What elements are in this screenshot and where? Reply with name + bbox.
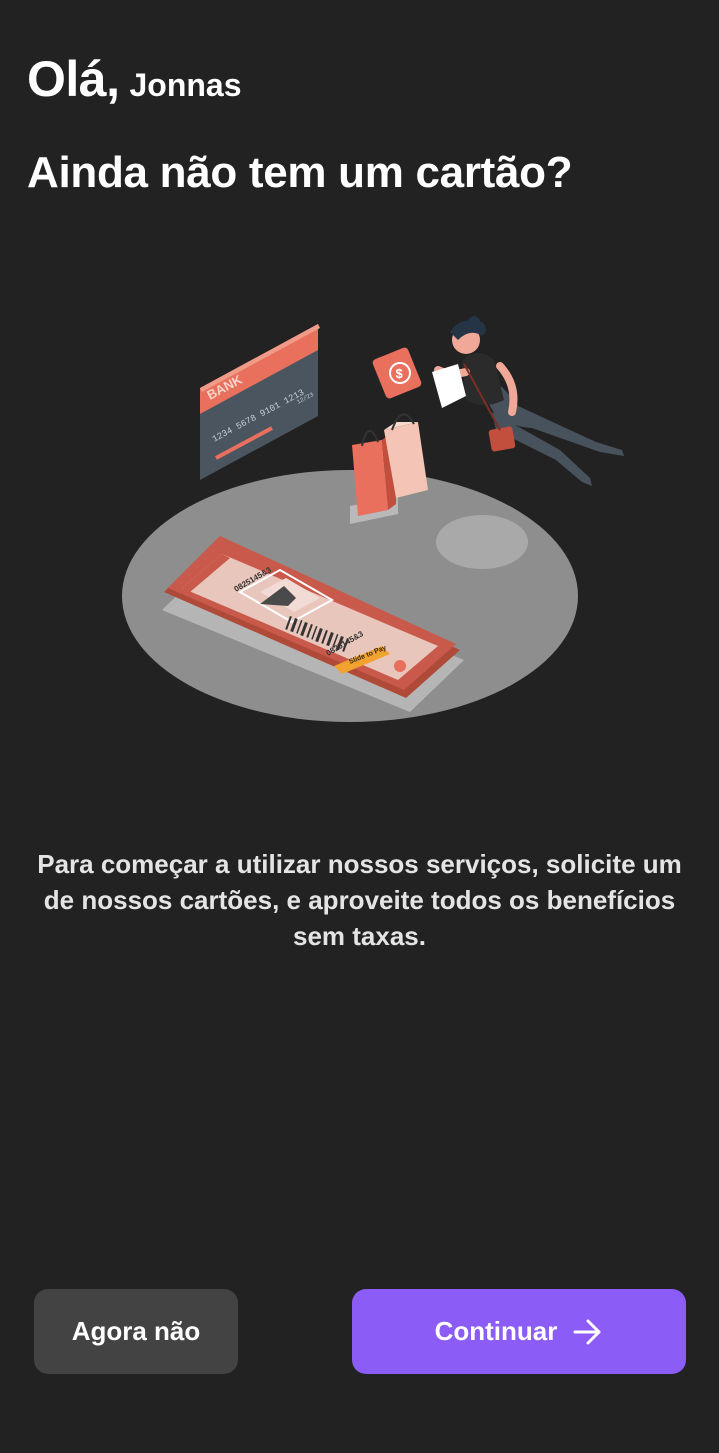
- card-shopping-illustration: BANK 1234 5678 9101 1213 12/23 $ 0825145…: [122, 316, 624, 722]
- user-name: Jonnas: [129, 67, 242, 103]
- woman-figure-icon: [432, 316, 624, 486]
- description-text: Para começar a utilizar nossos serviços,…: [37, 849, 682, 951]
- money-bubble-icon: $: [372, 347, 422, 399]
- page-title: Ainda não tem um cartão?: [27, 148, 573, 197]
- small-platform-ellipse: [436, 515, 528, 569]
- not-now-button[interactable]: Agora não: [34, 1289, 238, 1374]
- continue-button-label: Continuar: [434, 1316, 558, 1346]
- arrow-right-icon: [573, 1319, 601, 1344]
- money-symbol: $: [396, 366, 404, 381]
- greeting-hello: Olá,: [27, 51, 120, 107]
- not-now-button-label: Agora não: [71, 1316, 201, 1346]
- credit-card-icon: BANK 1234 5678 9101 1213 12/23: [200, 324, 320, 480]
- greeting: Olá, Jonnas: [27, 50, 242, 108]
- continue-button[interactable]: Continuar: [352, 1289, 686, 1374]
